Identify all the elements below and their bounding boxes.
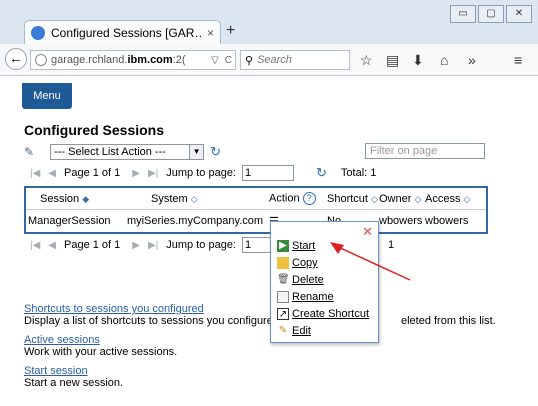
site-favicon-icon	[31, 25, 45, 40]
shortcut-icon: ↗	[277, 308, 289, 320]
jump-label: Jump to page:	[166, 239, 236, 251]
link-description: Start a new session.	[24, 377, 124, 389]
total-count: Total: 1	[340, 167, 377, 179]
cell-session: ManagerSession	[28, 215, 111, 227]
table-row[interactable]: ManagerSession myiSeries.myCompany.com ☰…	[26, 210, 486, 232]
page-info: Page 1 of 1	[64, 167, 121, 179]
rename-icon	[277, 291, 289, 303]
dropdown-arrow-icon[interactable]: ▽	[208, 55, 222, 66]
trash-icon: 🗑	[277, 274, 290, 285]
window-controls: ▭ ▢ ✕	[448, 5, 532, 23]
page-title: Configured Sessions	[24, 122, 165, 138]
first-page-icon[interactable]: |◀	[30, 168, 40, 179]
url-bar[interactable]: garage.rchland.ibm.com:2( ▽ C	[30, 50, 236, 70]
back-button[interactable]: ←	[5, 48, 27, 70]
start-icon: ▶	[277, 240, 289, 252]
column-header-session[interactable]: Session ◆	[26, 193, 121, 205]
search-bar[interactable]: ⚲	[240, 50, 350, 70]
annotation-arrow	[330, 242, 411, 281]
minimize-button[interactable]: ▭	[450, 5, 476, 23]
context-item-start[interactable]: ▶ Start	[277, 238, 315, 254]
search-icon: ⚲	[245, 54, 254, 67]
column-header-shortcut[interactable]: Shortcut ◇	[327, 193, 379, 205]
reload-icon[interactable]: C	[222, 55, 235, 66]
last-page-icon[interactable]: ▶|	[148, 168, 158, 179]
context-item-edit[interactable]: ✎ Edit	[277, 323, 311, 339]
context-item-rename[interactable]: Rename	[277, 289, 334, 305]
list-action-select[interactable]: --- Select List Action --- ▼	[50, 144, 205, 160]
column-header-access[interactable]: Access ◇	[425, 193, 481, 205]
sort-icon: ◇	[190, 193, 198, 204]
last-page-icon[interactable]: ▶|	[148, 240, 158, 251]
table-header: Session ◆ System ◇ Action ? Shortcut ◇ O…	[26, 188, 486, 210]
context-item-create-shortcut[interactable]: ↗ Create Shortcut	[277, 306, 369, 322]
tab-title: Configured Sessions [GAR…	[51, 25, 201, 40]
sort-icon: ◆	[82, 193, 90, 204]
filter-input[interactable]: Filter on page	[365, 143, 485, 159]
previous-page-icon[interactable]: ◀	[48, 168, 56, 179]
link-block: Start session Start a new session.	[24, 365, 524, 389]
next-page-icon[interactable]: ▶	[132, 240, 140, 251]
hamburger-menu-icon[interactable]: ≡	[514, 52, 522, 68]
next-page-icon[interactable]: ▶	[132, 168, 140, 179]
bookmark-star-icon[interactable]: ☆	[360, 52, 373, 69]
cell-owner: wbowers	[379, 215, 423, 227]
reading-list-icon[interactable]: ▤	[386, 52, 399, 69]
cell-access: wbowers	[425, 215, 469, 227]
chevron-down-icon[interactable]: ▼	[189, 145, 204, 159]
column-header-owner[interactable]: Owner ◇	[379, 193, 425, 205]
sessions-table: Session ◆ System ◇ Action ? Shortcut ◇ O…	[24, 186, 488, 234]
column-header-system[interactable]: System ◇	[121, 193, 269, 205]
overflow-chevron-icon[interactable]: »	[468, 52, 476, 68]
close-window-button[interactable]: ✕	[506, 5, 532, 23]
first-page-icon[interactable]: |◀	[30, 240, 40, 251]
menu-button[interactable]: Menu	[22, 83, 72, 109]
jump-label: Jump to page:	[166, 167, 236, 179]
go-arrow-icon[interactable]: ↻	[210, 144, 221, 160]
sort-icon: ◇	[414, 193, 422, 204]
sort-icon: ◇	[463, 193, 471, 204]
url-text: garage.rchland.ibm.com:2(	[51, 54, 186, 66]
previous-page-icon[interactable]: ◀	[48, 240, 56, 251]
list-toolbar: ✎ --- Select List Action --- ▼ ↻	[24, 143, 221, 161]
link-description: Work with your active sessions.	[24, 346, 178, 358]
maximize-button[interactable]: ▢	[478, 5, 504, 23]
refresh-icon[interactable]: ↻	[316, 165, 327, 181]
browser-chrome: Configured Sessions [GAR… × + ▭ ▢ ✕ ← ga…	[0, 0, 538, 76]
new-tab-button[interactable]: +	[226, 22, 235, 40]
search-input[interactable]	[257, 54, 338, 66]
context-item-copy[interactable]: Copy	[277, 255, 318, 271]
pencil-icon: ✎	[278, 325, 288, 336]
tab-close-icon[interactable]: ×	[207, 26, 214, 40]
sort-icon: ◇	[371, 193, 378, 204]
page-info: Page 1 of 1	[64, 239, 121, 251]
globe-icon	[35, 54, 47, 66]
jump-page-input[interactable]: 1	[242, 165, 294, 181]
home-icon[interactable]: ⌂	[440, 52, 448, 68]
copy-icon	[277, 257, 289, 269]
cell-system: myiSeries.myCompany.com	[126, 215, 264, 227]
help-icon[interactable]: ?	[302, 192, 316, 205]
context-item-delete[interactable]: 🗑 Delete	[277, 272, 324, 288]
select-all-icon[interactable]: ✎	[24, 145, 34, 159]
pager-top: |◀ ◀ Page 1 of 1 ▶ ▶| Jump to page: 1 ↻ …	[30, 164, 376, 182]
column-header-action: Action ?	[269, 192, 327, 205]
navigation-bar: ← garage.rchland.ibm.com:2( ▽ C ⚲ ☆ ▤ ⬇ …	[0, 44, 538, 76]
browser-tab[interactable]: Configured Sessions [GAR… ×	[24, 20, 221, 44]
start-session-link[interactable]: Start session	[24, 365, 524, 377]
download-icon[interactable]: ⬇	[412, 52, 424, 69]
